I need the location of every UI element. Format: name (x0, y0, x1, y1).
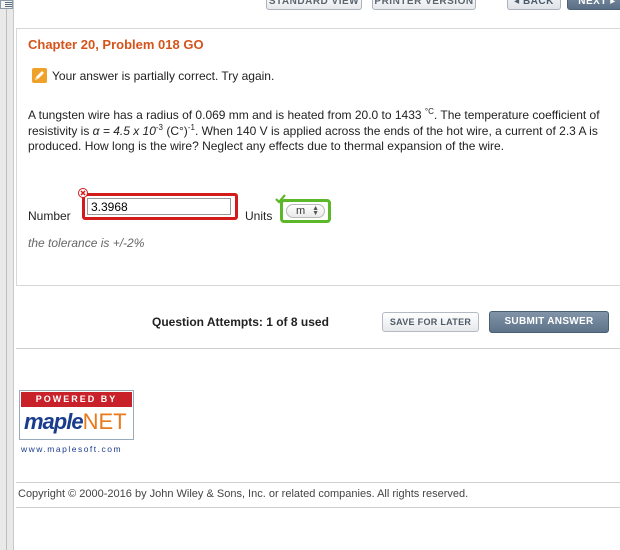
sidebar-divider (6, 0, 7, 550)
printer-version-button[interactable]: PRINTER VERSION (372, 0, 476, 10)
units-select-frame: m ▲ ▼ (280, 199, 331, 223)
correct-check-icon (275, 194, 286, 204)
divider (16, 348, 620, 349)
next-button[interactable]: NEXT ▸ (567, 0, 620, 10)
number-label: Number (28, 209, 71, 223)
powered-by-banner: POWERED BY (21, 392, 132, 407)
maplenet-wordmark: mapleNET (24, 409, 127, 434)
back-button[interactable]: ◂ BACK (507, 0, 561, 10)
maplesoft-url[interactable]: www.maplesoft.com (21, 444, 122, 454)
units-selected-value: m (296, 205, 306, 217)
select-arrows-icon: ▲ ▼ (312, 205, 319, 217)
footer-divider (16, 482, 620, 483)
answer-status: Your answer is partially correct. Try ag… (52, 69, 275, 83)
tolerance-note: the tolerance is +/-2% (28, 236, 145, 250)
question-attempts: Question Attempts: 1 of 8 used (152, 315, 329, 329)
maplenet-logo[interactable]: POWERED BY mapleNET (19, 390, 134, 440)
incorrect-x-icon (78, 188, 88, 198)
number-input[interactable] (87, 198, 231, 215)
copyright-notice: Copyright © 2000-2016 by John Wiley & So… (18, 488, 469, 500)
bottom-divider (16, 507, 620, 508)
problem-title: Chapter 20, Problem 018 GO (28, 37, 204, 52)
save-for-later-button[interactable]: SAVE FOR LATER (382, 312, 479, 332)
pencil-icon (32, 68, 47, 83)
problem-text: A tungsten wire has a radius of 0.069 mm… (28, 107, 600, 154)
submit-answer-button[interactable]: SUBMIT ANSWER (489, 311, 609, 333)
left-sidebar-strip (0, 0, 14, 550)
number-input-frame (82, 193, 238, 220)
units-label: Units (245, 209, 273, 223)
menu-icon[interactable] (0, 0, 13, 9)
units-select[interactable]: m ▲ ▼ (286, 204, 325, 218)
standard-view-button[interactable]: STANDARD VIEW (266, 0, 362, 10)
